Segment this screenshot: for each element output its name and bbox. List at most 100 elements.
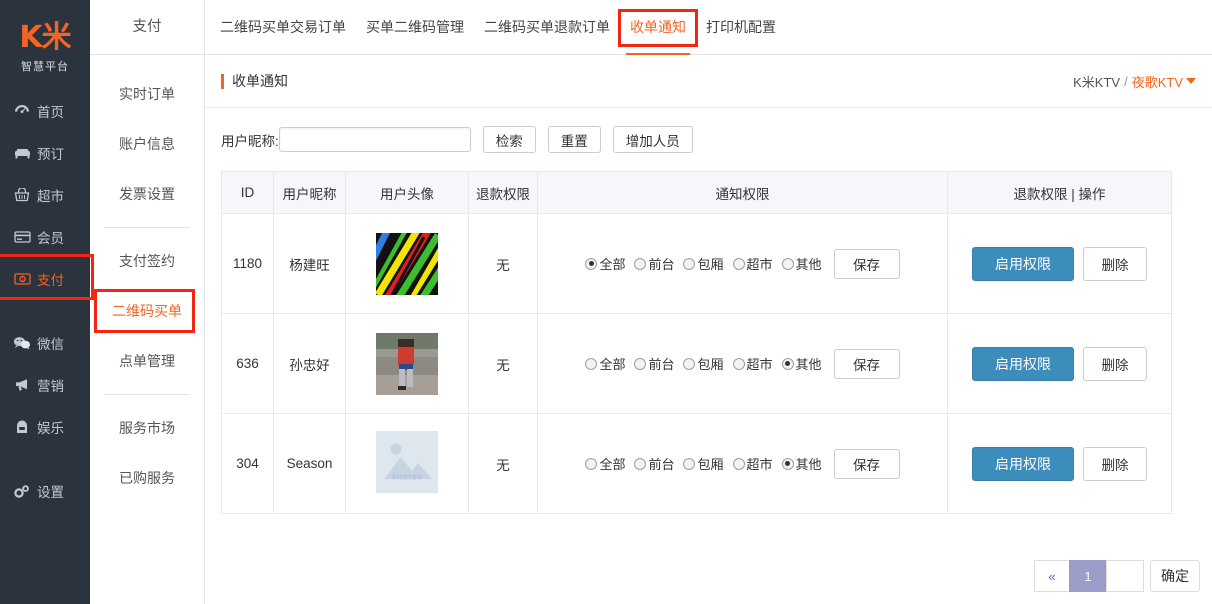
th-refund-permission: 退款权限 [468, 171, 538, 214]
submenu-item-qrcode-payment[interactable]: 二维码买单 [90, 286, 204, 336]
cell-id: 1180 [221, 213, 274, 314]
sidebar-item-member[interactable]: 会员 [0, 216, 90, 258]
radio-option-1[interactable]: 前台 [634, 354, 674, 373]
radio-option-label: 前台 [648, 257, 675, 272]
cell-avatar [345, 313, 469, 414]
cell-operations: 启用权限 删除 [947, 413, 1172, 514]
radio-option-2[interactable]: 包厢 [683, 354, 724, 373]
notify-permission-radio-group: 全部 前台 包厢 超市 其他 保存 [539, 448, 946, 479]
delete-button[interactable]: 删除 [1083, 246, 1147, 281]
delete-button[interactable]: 删除 [1083, 446, 1147, 481]
radio-button-icon[interactable] [634, 357, 647, 370]
submenu-item-order-management[interactable]: 点单管理 [90, 336, 204, 386]
sidebar-item-label: 营销 [37, 379, 64, 394]
submenu-item-purchased-services[interactable]: 已购服务 [90, 453, 204, 503]
breadcrumb-current-venue[interactable]: 夜歌KTV [1132, 72, 1183, 91]
sidebar-item-booking[interactable]: 预订 [0, 132, 90, 174]
filter-bar: 用户昵称: 检索 重置 增加人员 [221, 126, 1196, 153]
main-area: 二维码买单交易订单 买单二维码管理 二维码买单退款订单 收单通知 打印机配置 收… [205, 0, 1212, 604]
dashboard-icon [12, 103, 32, 119]
submenu-title: 支付 [90, 0, 204, 55]
sofa-icon [12, 145, 32, 161]
radio-option-label: 超市 [746, 257, 773, 272]
cell-refund-permission: 无 [468, 413, 538, 514]
save-button[interactable]: 保存 [833, 348, 900, 379]
sidebar-item-settings[interactable]: 设置 [0, 470, 90, 512]
radio-button-icon[interactable] [585, 257, 598, 270]
radio-button-icon[interactable] [683, 257, 696, 270]
sidebar-item-label: 超市 [37, 189, 64, 204]
radio-option-4[interactable]: 其他 [781, 354, 822, 373]
submenu-item-payment-contract[interactable]: 支付签约 [90, 236, 204, 286]
cell-nickname: 孙忠好 [273, 313, 346, 414]
tab-qrcode-refund-orders[interactable]: 二维码买单退款订单 [474, 0, 620, 55]
reset-button[interactable]: 重置 [547, 126, 601, 153]
add-person-button[interactable]: 增加人员 [612, 126, 693, 153]
submenu-item-service-market[interactable]: 服务市场 [90, 403, 204, 453]
save-button[interactable]: 保存 [833, 448, 900, 479]
radio-button-icon[interactable] [732, 357, 745, 370]
table-row: 304 Season 暂时无法查看 无 全部 前台 包厢 超市 其他 保存 启用权限 删除 [221, 413, 1172, 514]
radio-option-3[interactable]: 超市 [732, 454, 773, 473]
submenu-divider [104, 227, 190, 228]
tab-qrcode-transaction-orders[interactable]: 二维码买单交易订单 [210, 0, 356, 55]
chevron-down-icon[interactable] [1186, 78, 1196, 84]
save-button[interactable]: 保存 [833, 248, 900, 279]
cell-notify-permission: 全部 前台 包厢 超市 其他 保存 [537, 413, 948, 514]
sidebar-item-label: 预订 [37, 147, 64, 162]
radio-option-2[interactable]: 包厢 [683, 254, 724, 273]
th-nickname: 用户昵称 [273, 171, 346, 214]
radio-option-2[interactable]: 包厢 [683, 454, 724, 473]
sidebar-item-wechat[interactable]: 微信 [0, 322, 90, 364]
radio-option-3[interactable]: 超市 [732, 354, 773, 373]
pagination-prev[interactable]: « [1034, 560, 1070, 592]
tab-receipt-notification[interactable]: 收单通知 [618, 0, 698, 55]
sidebar-item-payment[interactable]: 1 支付 [0, 254, 94, 300]
submenu-item-account-info[interactable]: 账户信息 [90, 119, 204, 169]
nickname-search-input[interactable] [278, 127, 471, 152]
cell-avatar [345, 213, 469, 314]
table-header-row: ID 用户昵称 用户头像 退款权限 通知权限 退款权限 | 操作 [221, 171, 1172, 214]
radio-button-icon[interactable] [634, 457, 647, 470]
radio-button-icon[interactable] [683, 357, 696, 370]
radio-option-label: 全部 [599, 457, 626, 472]
radio-option-1[interactable]: 前台 [634, 454, 674, 473]
search-button[interactable]: 检索 [482, 126, 536, 153]
radio-button-icon[interactable] [585, 457, 598, 470]
radio-button-icon[interactable] [781, 257, 794, 270]
radio-button-icon[interactable] [732, 457, 745, 470]
delete-button[interactable]: 删除 [1083, 346, 1147, 381]
radio-button-icon[interactable] [781, 457, 794, 470]
enable-permission-button[interactable]: 启用权限 [972, 246, 1074, 281]
radio-button-icon[interactable] [634, 257, 647, 270]
radio-option-0[interactable]: 全部 [585, 354, 625, 373]
radio-option-4[interactable]: 其他 [781, 454, 822, 473]
radio-button-icon[interactable] [781, 357, 794, 370]
radio-option-0[interactable]: 全部 [585, 254, 625, 273]
enable-permission-button[interactable]: 启用权限 [972, 446, 1074, 481]
radio-option-label: 前台 [648, 357, 675, 372]
tab-label: 收单通知 [630, 18, 686, 35]
radio-option-0[interactable]: 全部 [585, 454, 625, 473]
radio-option-1[interactable]: 前台 [634, 254, 674, 273]
pagination-page-1[interactable]: 1 [1069, 560, 1107, 592]
pagination-confirm-button[interactable]: 确定 [1150, 560, 1200, 592]
sidebar-item-marketing[interactable]: 营销 [0, 364, 90, 406]
radio-option-label: 其他 [795, 357, 822, 372]
sidebar-item-entertainment[interactable]: 娱乐 [0, 406, 90, 448]
radio-button-icon[interactable] [683, 457, 696, 470]
radio-option-4[interactable]: 其他 [781, 254, 822, 273]
submenu-item-realtime-orders[interactable]: 实时订单 [90, 69, 204, 119]
sidebar-item-label: 会员 [37, 231, 64, 246]
money-icon: 1 [12, 271, 32, 287]
tab-qrcode-management[interactable]: 买单二维码管理 [356, 0, 474, 55]
enable-permission-button[interactable]: 启用权限 [972, 346, 1074, 381]
tab-printer-config[interactable]: 打印机配置 [696, 0, 786, 55]
submenu-item-invoice-settings[interactable]: 发票设置 [90, 169, 204, 219]
sidebar-item-home[interactable]: 首页 [0, 90, 90, 132]
breadcrumb: K米KTV / 夜歌KTV [1073, 72, 1196, 91]
radio-option-3[interactable]: 超市 [732, 254, 773, 273]
radio-button-icon[interactable] [732, 257, 745, 270]
radio-button-icon[interactable] [585, 357, 598, 370]
sidebar-item-supermarket[interactable]: 超市 [0, 174, 90, 216]
